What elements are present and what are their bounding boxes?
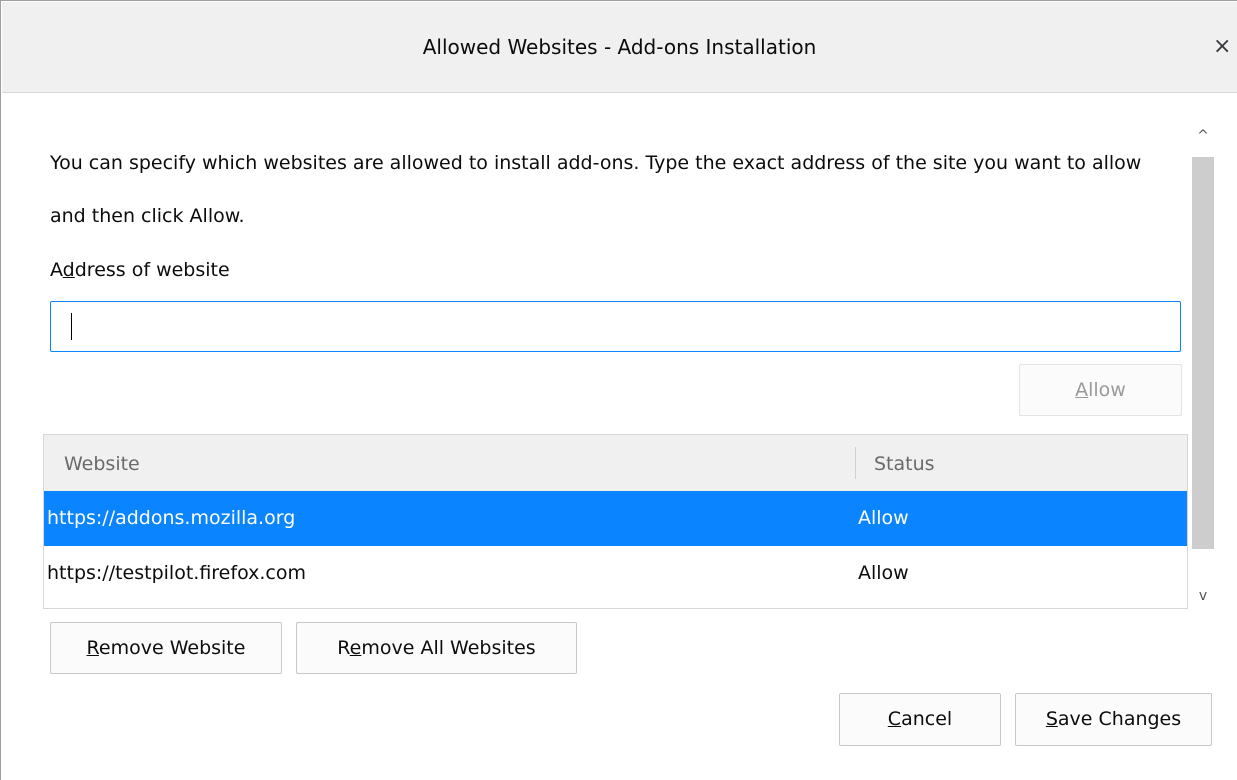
column-divider[interactable] [855, 447, 856, 479]
dialog-title: Allowed Websites - Add-ons Installation [422, 35, 817, 59]
websites-table: Website Status https://addons.mozilla.or… [43, 434, 1188, 609]
remove-all-label: move All Websites [361, 637, 536, 659]
remove-website-button[interactable]: Remove Website [50, 622, 282, 674]
remove-all-pre: R [337, 637, 350, 659]
remove-all-websites-button[interactable]: Remove All Websites [296, 622, 577, 674]
close-icon[interactable]: × [1213, 2, 1237, 92]
remove-accel: R [86, 637, 99, 659]
allow-label: llow [1088, 379, 1126, 401]
text-caret [71, 313, 72, 340]
save-accel: S [1045, 708, 1058, 730]
address-label-end: dress of website [74, 259, 230, 281]
scroll-thumb[interactable] [1192, 157, 1214, 549]
remove-label: emove Website [98, 637, 246, 659]
table-row[interactable]: https://testpilot.firefox.com Allow [44, 546, 1187, 601]
address-label: Address of website [50, 255, 230, 285]
cancel-button[interactable]: Cancel [839, 693, 1001, 746]
description-text: You can specify which websites are allow… [50, 152, 1142, 227]
dialog-titlebar: Allowed Websites - Add-ons Installation … [2, 2, 1237, 93]
table-row[interactable]: https://addons.mozilla.org Allow [44, 491, 1187, 546]
address-input[interactable] [50, 301, 1181, 352]
scroll-down-icon[interactable]: v [1189, 581, 1217, 611]
allow-button[interactable]: Allow [1019, 364, 1182, 416]
row-website: https://testpilot.firefox.com [47, 562, 306, 584]
column-header-website[interactable]: Website [64, 435, 140, 491]
cancel-accel: C [887, 708, 902, 730]
row-status: Allow [858, 562, 909, 584]
save-label: ave Changes [1057, 708, 1182, 730]
vertical-scrollbar[interactable]: ^ v [1189, 121, 1217, 611]
remove-all-accel: e [349, 637, 362, 659]
address-label-accel: d [62, 259, 75, 281]
row-status: Allow [858, 507, 909, 529]
address-label-start: A [50, 259, 63, 281]
allowed-websites-dialog: Allowed Websites - Add-ons Installation … [0, 0, 1237, 780]
table-header: Website Status [44, 435, 1187, 491]
row-website: https://addons.mozilla.org [47, 507, 296, 529]
scroll-up-icon[interactable]: ^ [1189, 121, 1217, 151]
cancel-label: ancel [901, 708, 953, 730]
column-header-status[interactable]: Status [874, 435, 935, 491]
save-changes-button[interactable]: Save Changes [1015, 693, 1212, 746]
allow-accel: A [1075, 379, 1089, 401]
